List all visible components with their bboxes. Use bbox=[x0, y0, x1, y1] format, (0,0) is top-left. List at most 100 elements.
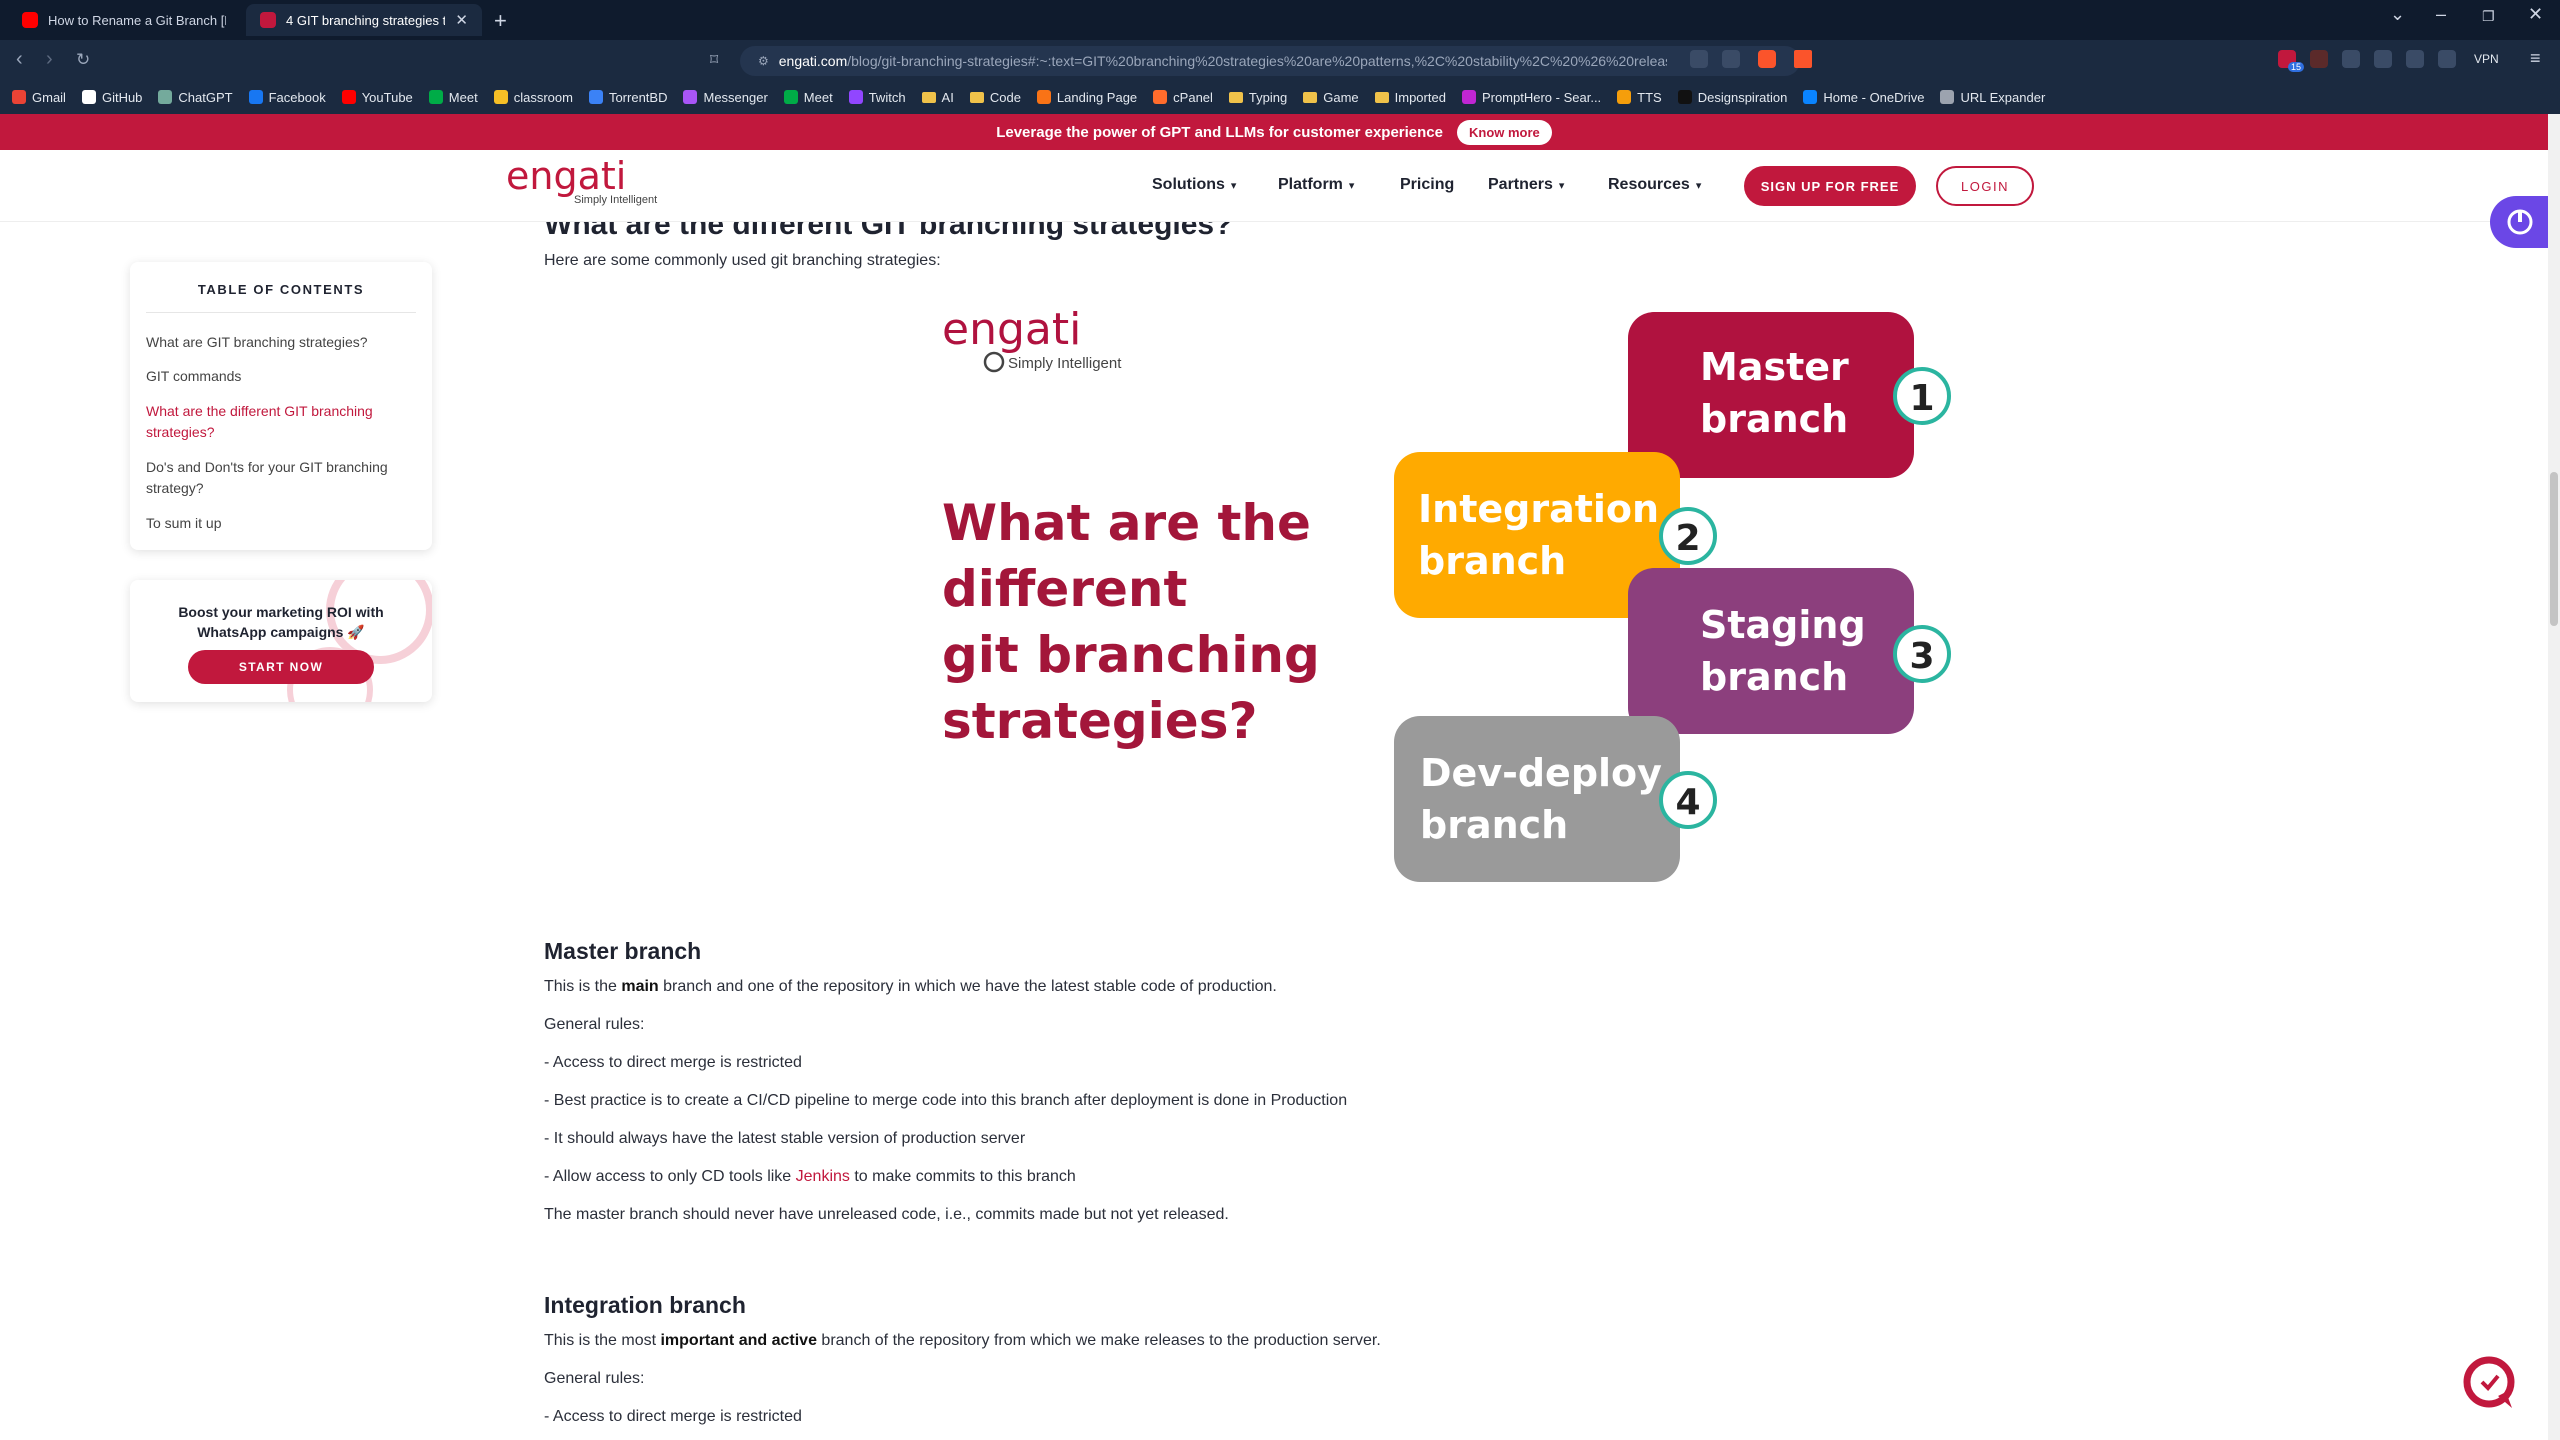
login-button[interactable]: LOGIN bbox=[1936, 166, 2034, 206]
text: - Allow access to only CD tools like bbox=[544, 1168, 796, 1185]
tab-search-icon[interactable]: ⌄ bbox=[2390, 4, 2405, 25]
extensions-puzzle-icon[interactable] bbox=[2342, 50, 2360, 68]
bookmark-item[interactable]: cPanel bbox=[1153, 90, 1213, 105]
address-bar[interactable]: ⚙ engati.com/blog/git-branching-strategi… bbox=[740, 46, 1800, 76]
bookmark-item[interactable]: TTS bbox=[1617, 90, 1662, 105]
toc-item[interactable]: GIT commands bbox=[146, 366, 416, 387]
branch-label: Staging bbox=[1700, 603, 1866, 647]
signup-button[interactable]: SIGN UP FOR FREE bbox=[1744, 166, 1916, 206]
text: branch of the repository from which we m… bbox=[816, 1332, 1381, 1349]
gmail-icon bbox=[12, 90, 26, 104]
bookmark-item[interactable]: Meet bbox=[428, 89, 478, 105]
brave-shields-icon[interactable] bbox=[1758, 50, 1776, 68]
bookmark-item[interactable]: TorrentBD bbox=[588, 90, 667, 105]
nav-pricing[interactable]: Pricing bbox=[1400, 176, 1454, 194]
bookmark-item[interactable]: Facebook bbox=[248, 90, 326, 105]
bookmark-item[interactable]: PromptHero - Sear... bbox=[1461, 90, 1601, 105]
media-icon[interactable] bbox=[2374, 50, 2392, 68]
toc-item[interactable]: What are GIT branching strategies? bbox=[146, 332, 416, 353]
torrentbd-icon bbox=[588, 90, 603, 104]
bookmark-label: Meet bbox=[448, 89, 478, 105]
tts-icon bbox=[1617, 90, 1632, 104]
toc-item[interactable]: Do's and Don'ts for your GIT branching s… bbox=[146, 457, 416, 499]
prompthero-icon bbox=[1461, 90, 1476, 104]
bookmark-item[interactable]: Home - OneDrive bbox=[1803, 90, 1924, 105]
scrollbar[interactable] bbox=[2548, 114, 2560, 1440]
url-path: /blog/git-branching-strategies#:~:text=G… bbox=[847, 53, 1668, 69]
rule-item: - Access to direct merge is restricted bbox=[544, 1054, 802, 1071]
accessibility-widget[interactable] bbox=[2490, 196, 2548, 248]
nav-partners[interactable]: Partners ▾ bbox=[1488, 176, 1564, 194]
nav-solutions[interactable]: Solutions ▾ bbox=[1152, 176, 1236, 194]
bookmark-item[interactable]: Twitch bbox=[848, 90, 906, 105]
text: to make commits to this branch bbox=[849, 1168, 1076, 1185]
reader-mode-icon[interactable] bbox=[1690, 50, 1708, 68]
chevron-down-icon: ▾ bbox=[1348, 179, 1355, 192]
extension-icon[interactable] bbox=[2310, 50, 2328, 68]
toc-item-active[interactable]: What are the different GIT branching str… bbox=[146, 401, 416, 443]
folder-icon bbox=[969, 91, 984, 103]
minimize-icon[interactable]: – bbox=[2436, 4, 2446, 25]
bookmark-item[interactable]: Gmail bbox=[12, 90, 66, 105]
maximize-icon[interactable]: ❐ bbox=[2482, 8, 2495, 25]
browser-tab-active[interactable]: 4 GIT branching strategies that ✕ bbox=[246, 4, 482, 36]
bookmark-item[interactable]: Game bbox=[1303, 90, 1359, 105]
rule-item: - Allow access to only CD tools like Jen… bbox=[544, 1168, 1076, 1186]
scrollbar-thumb[interactable] bbox=[2550, 472, 2558, 626]
forward-icon[interactable]: › bbox=[46, 48, 53, 71]
branch-label: branch bbox=[1700, 655, 1848, 699]
bookmark-item[interactable]: Messenger bbox=[683, 90, 768, 105]
brave-rewards-icon[interactable] bbox=[1794, 50, 1812, 68]
chevron-down-icon: ▾ bbox=[1558, 179, 1565, 192]
text: This is the bbox=[544, 978, 622, 995]
bookmark-item[interactable]: Imported bbox=[1374, 90, 1446, 105]
bookmark-label: Gmail bbox=[32, 89, 66, 105]
site-info-icon[interactable]: ⚙ bbox=[758, 54, 769, 68]
browser-tab[interactable]: How to Rename a Git Branch [Beginner bbox=[8, 4, 240, 36]
bookmark-item[interactable]: URL Expander bbox=[1940, 90, 2045, 105]
nav-resources[interactable]: Resources ▾ bbox=[1608, 176, 1701, 194]
bookmark-item[interactable]: Code bbox=[969, 90, 1021, 105]
bookmark-label: GitHub bbox=[101, 89, 143, 105]
step-number: 1 bbox=[1909, 378, 1934, 419]
tab-title: How to Rename a Git Branch [Beginner bbox=[48, 12, 226, 28]
infographic-title-line: git branching bbox=[942, 626, 1320, 684]
vpn-button[interactable]: VPN bbox=[2474, 52, 2499, 66]
master-branch-block bbox=[1628, 312, 1914, 478]
back-icon[interactable]: ‹ bbox=[16, 48, 23, 71]
folder-icon bbox=[1228, 91, 1243, 103]
wallet-icon[interactable] bbox=[2438, 50, 2456, 68]
menu-icon[interactable]: ≡ bbox=[2530, 48, 2541, 69]
new-tab-button[interactable]: + bbox=[494, 8, 507, 34]
bookmark-item[interactable]: GitHub bbox=[81, 89, 143, 105]
bookmark-item[interactable]: YouTube bbox=[341, 90, 413, 105]
bookmark-label: Landing Page bbox=[1056, 89, 1138, 105]
toc-item[interactable]: To sum it up bbox=[146, 513, 416, 534]
jenkins-link[interactable]: Jenkins bbox=[796, 1168, 850, 1185]
know-more-button[interactable]: Know more bbox=[1456, 119, 1552, 145]
bookmark-item[interactable]: Designspiration bbox=[1677, 90, 1787, 105]
bookmark-item[interactable]: Typing bbox=[1228, 90, 1287, 105]
engati-icon bbox=[260, 12, 276, 28]
rule-item: - It should always have the latest stabl… bbox=[544, 1130, 1026, 1147]
bookmark-page-icon[interactable]: ⌑ bbox=[710, 50, 718, 70]
sidebar-icon[interactable] bbox=[2406, 50, 2424, 68]
logo-tagline: Simply Intelligent bbox=[574, 194, 658, 206]
youtube-icon bbox=[341, 90, 356, 104]
paragraph: General rules: bbox=[544, 1370, 645, 1387]
bookmark-item[interactable]: classroom bbox=[493, 90, 573, 105]
bookmark-item[interactable]: Landing Page bbox=[1036, 89, 1138, 105]
start-now-button[interactable]: START NOW bbox=[188, 650, 374, 684]
paragraph: This is the main branch and one of the r… bbox=[544, 978, 1277, 996]
url-expander-icon bbox=[1940, 90, 1955, 104]
bookmark-item[interactable]: AI bbox=[921, 90, 954, 105]
share-icon[interactable] bbox=[1722, 50, 1740, 68]
close-tab-icon[interactable]: ✕ bbox=[455, 11, 468, 29]
close-window-icon[interactable]: ✕ bbox=[2528, 4, 2543, 25]
browser-tab-strip: How to Rename a Git Branch [Beginner 4 G… bbox=[0, 0, 2560, 40]
bookmark-item[interactable]: ChatGPT bbox=[158, 90, 233, 105]
nav-platform[interactable]: Platform ▾ bbox=[1278, 176, 1354, 194]
bookmark-item[interactable]: Meet bbox=[783, 90, 833, 105]
reload-icon[interactable]: ↻ bbox=[76, 50, 90, 70]
chat-bubble-icon[interactable] bbox=[2462, 1356, 2516, 1410]
